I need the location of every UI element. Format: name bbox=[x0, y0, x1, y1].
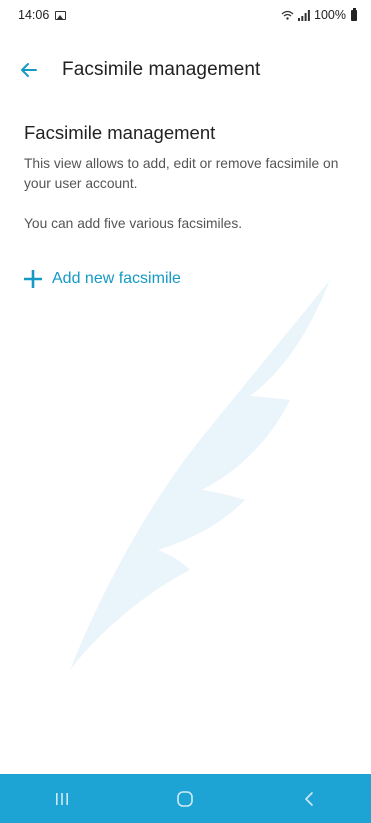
status-bar: 14:06 100% bbox=[0, 0, 371, 30]
app-bar: Facsimile management bbox=[0, 48, 371, 92]
add-new-facsimile-label: Add new facsimile bbox=[52, 270, 181, 287]
system-nav-bar bbox=[0, 774, 371, 823]
status-time: 14:06 bbox=[18, 8, 50, 22]
back-icon bbox=[305, 791, 313, 806]
recent-apps-icon bbox=[55, 792, 68, 805]
section-heading: Facsimile management bbox=[24, 122, 216, 143]
limit-note: You can add five various facsimiles. bbox=[24, 216, 243, 231]
status-right: 100% bbox=[281, 7, 357, 22]
wifi-icon bbox=[281, 10, 294, 20]
page-title: Facsimile management bbox=[62, 59, 261, 80]
system-back-button[interactable] bbox=[279, 779, 339, 819]
status-left: 14:06 bbox=[18, 8, 67, 22]
add-new-facsimile-button[interactable]: Add new facsimile bbox=[24, 270, 344, 288]
back-button[interactable] bbox=[20, 50, 60, 90]
description-text: This view allows to add, edit or remove … bbox=[24, 156, 339, 191]
battery-level: 100% bbox=[314, 8, 346, 22]
main-content: Facsimile management This view allows to… bbox=[24, 118, 344, 288]
screen: 14:06 100% Facsimile management Facsimil… bbox=[0, 0, 371, 823]
plus-icon bbox=[24, 270, 42, 288]
gallery-icon bbox=[55, 10, 67, 20]
home-icon bbox=[177, 790, 194, 807]
feather-watermark-icon bbox=[70, 280, 330, 670]
battery-icon bbox=[351, 7, 357, 21]
arrow-left-icon bbox=[21, 63, 37, 77]
home-button[interactable] bbox=[155, 779, 215, 819]
recent-apps-button[interactable] bbox=[32, 779, 92, 819]
signal-icon bbox=[298, 9, 310, 21]
